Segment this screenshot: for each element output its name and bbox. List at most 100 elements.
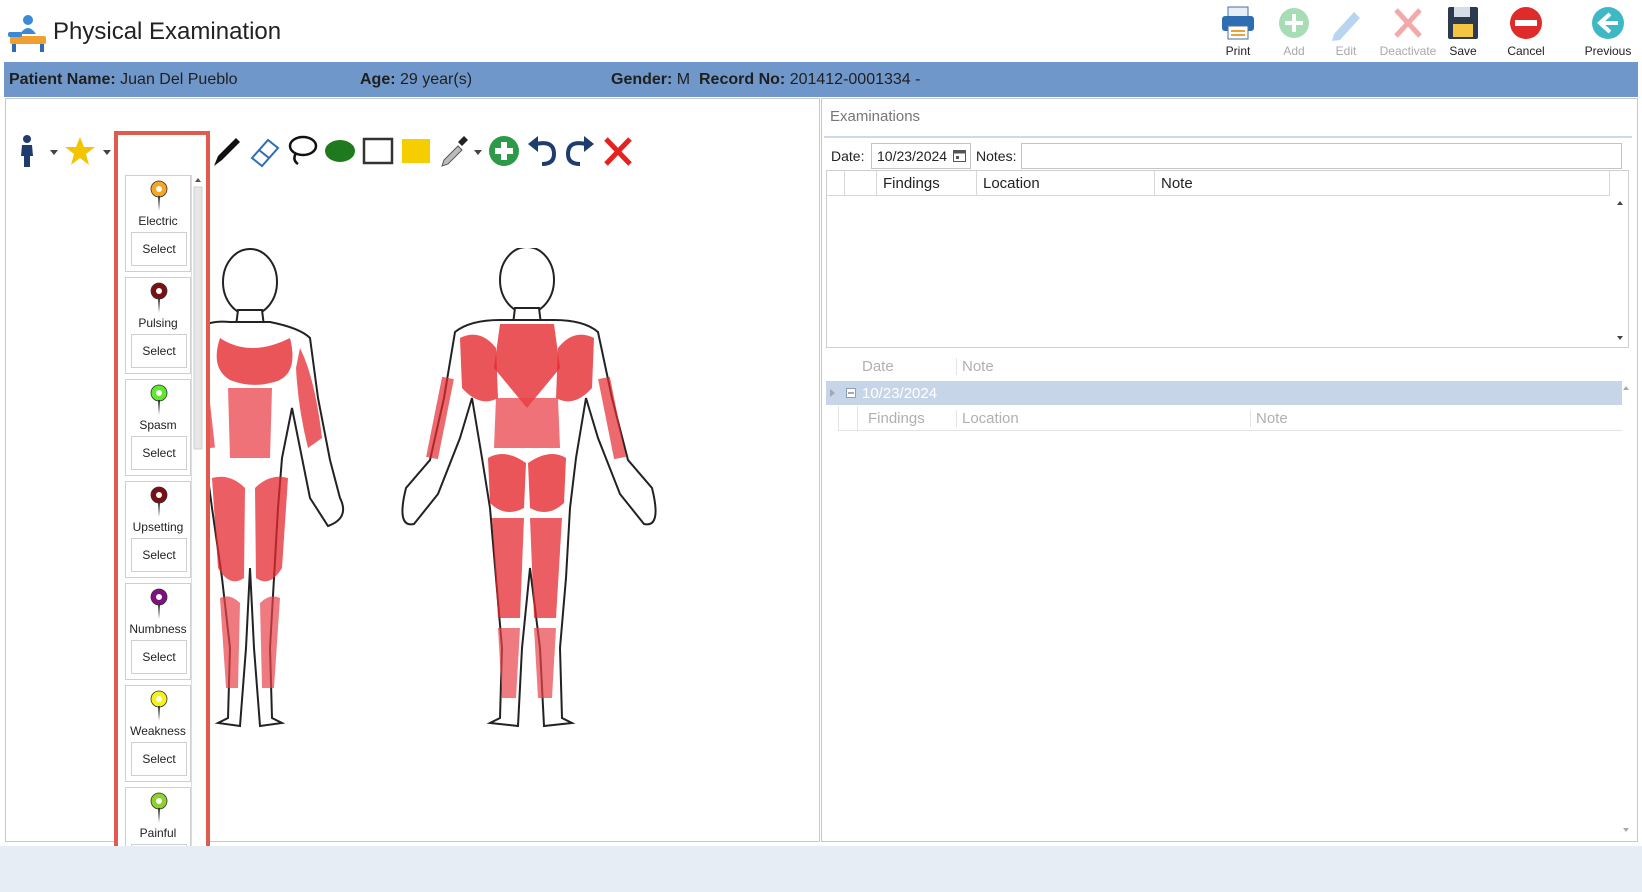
history-date-column-header[interactable]: Date [862,358,894,375]
eraser-icon[interactable] [248,134,280,168]
map-pin-icon [150,588,168,619]
pin-label: Electric [138,214,178,228]
pin-select-button[interactable]: Select [131,538,187,572]
map-pin-icon [150,384,168,415]
date-picker[interactable]: 10/23/2024 [871,143,971,169]
palette-scrollbar[interactable] [191,175,204,883]
map-pin-icon [150,180,168,211]
redo-icon[interactable] [564,134,596,168]
close-x-icon [1394,8,1422,38]
location-column-header[interactable]: Location [977,171,1155,196]
record-number-field: Record No: 201412-0001334 - [699,71,920,89]
filled-rectangle-icon[interactable] [400,134,432,168]
print-button[interactable]: Print [1206,4,1270,58]
app-header: Physical Examination Print Add Edit Deac… [0,0,1642,62]
examinations-divider [824,136,1632,138]
edit-button[interactable]: Edit [1314,4,1378,58]
previous-button[interactable]: Previous [1576,4,1640,58]
marker-icon[interactable] [210,134,242,168]
detail-note-column-header[interactable]: Note [1250,410,1288,427]
history-scrollbar[interactable] [1620,382,1632,838]
cancel-button[interactable]: Cancel [1494,4,1558,58]
add-circle-icon[interactable] [488,134,520,168]
patient-age: 29 year(s) [400,71,473,88]
rectangle-icon[interactable] [362,134,394,168]
body-back-view[interactable] [401,248,657,728]
star-dropdown-caret[interactable] [103,150,111,155]
history-detail-header: Findings Location Note [838,406,1622,431]
os-taskbar [0,846,1642,892]
pin-palette: Electric Select Pulsing Select Spasm Select Up… [114,131,210,887]
patient-gender: M [676,71,691,88]
patient-gender-label: Gender: [611,71,673,88]
save-button[interactable]: Save [1431,4,1495,58]
ellipse-icon[interactable] [324,134,356,168]
floppy-disk-icon [1448,7,1478,39]
map-pin-icon [150,792,168,823]
notes-input[interactable] [1021,143,1622,169]
eyedropper-dropdown-caret[interactable] [474,150,482,155]
collapse-icon[interactable] [846,388,856,398]
pin-card-electric: Electric Select [125,175,191,272]
app-logo-icon [8,15,46,52]
edit-label: Edit [1335,44,1357,58]
undo-icon[interactable] [526,134,558,168]
history-note-column-header[interactable]: Note [956,358,994,375]
pin-select-button[interactable]: Select [131,640,187,674]
person-icon[interactable] [14,134,46,168]
pin-label: Pulsing [138,316,178,330]
scroll-arrows-icon [193,178,203,883]
pencil-icon [1332,12,1360,41]
patient-info-bar: Patient Name: Juan Del Pueblo Age: 29 ye… [4,62,1638,97]
lasso-icon[interactable] [286,134,318,168]
patient-name-field: Patient Name: Juan Del Pueblo [9,71,238,89]
pin-select-button[interactable]: Select [131,232,187,266]
history-group-date: 10/23/2024 [862,385,938,402]
patient-name: Juan Del Pueblo [120,71,238,88]
previous-label: Previous [1584,44,1632,58]
pin-card-numbness: Numbness Select [125,583,191,680]
detail-findings-column-header[interactable]: Findings [868,410,925,427]
patient-age-field: Age: 29 year(s) [360,71,472,89]
person-dropdown-caret[interactable] [50,150,58,155]
pin-card-spasm: Spasm Select [125,379,191,476]
body-front-view[interactable] [200,248,344,728]
row-pointer-icon [830,389,835,397]
detail-indicator-column [838,406,858,430]
cancel-label: Cancel [1507,44,1545,58]
cancel-icon [1510,7,1542,39]
patient-name-label: Patient Name: [9,71,116,88]
grid-scrollbar[interactable] [1614,197,1626,345]
eyedropper-icon[interactable] [438,134,470,168]
patient-gender-field: Gender: M [611,71,690,89]
page-title: Physical Examination [53,18,282,45]
save-label: Save [1449,44,1477,58]
add-icon [1279,8,1309,38]
findings-column-header[interactable]: Findings [877,171,977,196]
body-diagram[interactable] [200,248,680,763]
delete-icon[interactable] [602,134,634,168]
date-label: Date: [831,148,865,164]
notes-label: Notes: [976,148,1017,164]
findings-grid: Findings Location Note [826,170,1629,348]
calendar-icon[interactable] [953,149,966,162]
pin-card-pulsing: Pulsing Select [125,277,191,374]
history-group-row[interactable]: 10/23/2024 [826,381,1622,405]
printer-icon [1222,6,1254,40]
pin-card-weakness: Weakness Select [125,685,191,782]
arrow-left-icon [1592,7,1624,39]
pin-select-button[interactable]: Select [131,334,187,368]
map-pin-icon [150,690,168,721]
grid-indicator-column [827,171,845,196]
pin-select-button[interactable]: Select [131,436,187,470]
grid-checkbox-column [845,171,877,196]
note-column-header[interactable]: Note [1155,171,1610,196]
record-number: 201412-0001334 - [789,71,921,88]
pin-label: Painful [139,826,177,840]
history-grid-header: Date Note [826,354,1622,380]
date-value: 10/23/2024 [877,148,948,164]
pin-label: Spasm [139,418,177,432]
star-icon[interactable] [64,134,96,168]
detail-location-column-header[interactable]: Location [956,410,1019,427]
pin-select-button[interactable]: Select [131,742,187,776]
